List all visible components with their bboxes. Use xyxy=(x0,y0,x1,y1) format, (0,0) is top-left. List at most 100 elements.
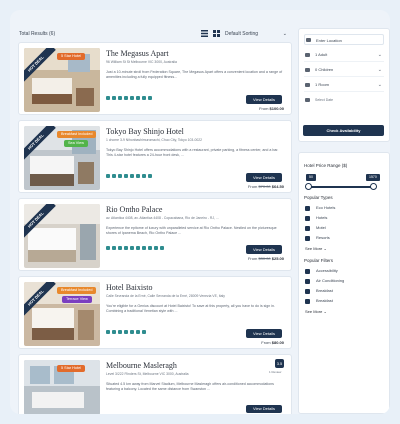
amenity-icon xyxy=(130,174,134,178)
chevron-down-icon: ⌄ xyxy=(323,246,327,251)
amenity-icon xyxy=(142,174,146,178)
checkbox[interactable] xyxy=(305,288,310,294)
view-details-button[interactable]: View Details xyxy=(246,405,282,413)
check-availability-button[interactable]: Check Availability xyxy=(303,125,384,136)
sort-select[interactable]: Default Sorting ⌄ xyxy=(225,30,289,39)
calendar-icon xyxy=(305,98,310,102)
price-min-tag: 50 xyxy=(306,174,316,181)
view-details-button[interactable]: View Details xyxy=(246,329,282,338)
hotel-name[interactable]: The Megasus Apart xyxy=(106,49,169,58)
amenity-icon xyxy=(142,330,146,334)
hotel-address: 1 chome 3-9 Nihonbashimuromachi, Chuo Ci… xyxy=(106,138,202,142)
chevron-down-icon: ⌄ xyxy=(282,31,287,37)
amenity-icons xyxy=(106,174,164,179)
popular-types-title: Popular Types xyxy=(304,195,333,200)
amenity-icon xyxy=(130,330,134,334)
amenity-icon xyxy=(130,96,134,100)
price-old: $70.00 xyxy=(258,184,271,189)
list-view-icon[interactable] xyxy=(201,30,208,37)
filter-checkbox[interactable]: Air Conditioning xyxy=(305,277,344,285)
hotel-description: You're eligible for a Genius discount at… xyxy=(106,304,276,313)
see-more-types-link[interactable]: See More ⌄ xyxy=(305,246,327,251)
hotel-photo[interactable]: HOT DEAL 5 Star Hotel xyxy=(24,48,100,112)
checkbox[interactable] xyxy=(305,278,310,284)
bed-icon xyxy=(305,83,310,87)
amenity-icon xyxy=(130,246,134,250)
type-checkbox[interactable]: Hotels xyxy=(305,214,327,222)
price-range-title: Hotel Price Range ($) xyxy=(304,163,348,168)
page-frame: Total Results (6) Default Sorting ⌄ HOT … xyxy=(10,10,390,414)
child-icon xyxy=(305,68,310,72)
rooms-select[interactable]: 1 Room ⌄ xyxy=(304,78,384,92)
filter-checkbox[interactable]: Breakfast xyxy=(305,297,333,305)
price-prefix: From xyxy=(247,256,258,261)
price-slider-min-handle[interactable] xyxy=(305,183,312,190)
hotel-photo[interactable]: HOT DEAL Breakfast Included Sea View xyxy=(24,126,100,190)
rooms-value: 1 Room xyxy=(315,82,330,87)
view-details-button[interactable]: View Details xyxy=(246,95,282,104)
hotel-card[interactable]: HOT DEAL Breakfast Included Sea View Tok… xyxy=(18,120,292,193)
type-checkbox[interactable]: Motel xyxy=(305,224,326,232)
checkbox[interactable] xyxy=(305,268,310,274)
type-checkbox[interactable]: Resorts xyxy=(305,234,330,242)
checkbox[interactable] xyxy=(305,225,310,231)
hotel-name[interactable]: Rio Ontho Palace xyxy=(106,205,162,214)
date-input[interactable]: Select Date xyxy=(304,93,384,107)
children-select[interactable]: 0 Children ⌄ xyxy=(304,63,384,77)
hotel-photo[interactable]: HOT DEAL xyxy=(24,204,100,268)
filter-checkbox[interactable]: Accessibility xyxy=(305,267,338,275)
hotel-card[interactable]: HOT DEAL Rio Ontho Palace av. Atlantica … xyxy=(18,198,292,271)
location-input[interactable]: Enter Location xyxy=(304,34,384,45)
chevron-down-icon: ⌄ xyxy=(377,82,382,88)
price: From $80.00 xyxy=(261,340,284,345)
hotel-name[interactable]: Tokyo Bay Shinjo Hotel xyxy=(106,127,184,136)
amenity-icon xyxy=(106,330,110,334)
adults-select[interactable]: 1 Adult ⌄ xyxy=(304,48,384,62)
price-prefix: From xyxy=(247,184,258,189)
hotel-description: Tokyo Bay Shinjo Hotel offers accommodat… xyxy=(106,148,279,157)
amenity-icon xyxy=(136,96,140,100)
hotel-name[interactable]: Melbourne Masleragh xyxy=(106,361,177,370)
checkbox[interactable] xyxy=(305,298,310,304)
price-prefix: From xyxy=(259,106,269,111)
amenity-icon xyxy=(124,330,128,334)
price: From $30.00 $25.00 xyxy=(248,256,284,261)
amenity-icon xyxy=(112,246,116,250)
amenity-icon xyxy=(136,246,140,250)
adults-value: 1 Adult xyxy=(315,52,328,57)
booking-widget: Enter Location 1 Adult ⌄ 0 Children ⌄ 1 … xyxy=(298,28,390,142)
star-hotel-badge: 5 Star Hotel xyxy=(57,53,86,60)
checkbox[interactable] xyxy=(305,215,310,221)
amenity-icon xyxy=(160,246,164,250)
hotel-card[interactable]: HOT DEAL 5 Star Hotel The Megasus Apart … xyxy=(18,42,292,115)
amenity-icon xyxy=(148,96,152,100)
location-pin-icon xyxy=(306,38,311,42)
hotel-photo[interactable]: 5 Star Hotel xyxy=(24,360,100,414)
price-prefix: From xyxy=(261,340,271,345)
sea-view-badge: Sea View xyxy=(64,140,88,147)
view-details-button[interactable]: View Details xyxy=(246,173,282,182)
star-hotel-badge: 5 Star Hotel xyxy=(57,365,86,372)
view-details-button[interactable]: View Details xyxy=(246,245,282,254)
see-more-label: See More xyxy=(305,246,323,251)
see-more-filters-link[interactable]: See More ⌄ xyxy=(305,309,327,314)
price-slider-track[interactable] xyxy=(309,186,374,188)
checkbox[interactable] xyxy=(305,235,310,241)
price-value: $100.00 xyxy=(269,106,284,111)
filter-checkbox[interactable]: Breakfast xyxy=(305,287,333,295)
terrace-view-badge: Terrace View xyxy=(62,296,92,303)
amenity-icon xyxy=(112,330,116,334)
grid-view-icon[interactable] xyxy=(213,30,220,37)
hotel-photo[interactable]: HOT DEAL Breakfast Included Terrace View xyxy=(24,282,100,346)
amenity-icons xyxy=(106,246,164,251)
hotel-address: 96 William St St Melbourne VIC 3000, Aus… xyxy=(106,60,177,64)
hotel-card[interactable]: HOT DEAL Breakfast Included Terrace View… xyxy=(18,276,292,349)
hotel-address: av. Atlantica 4408, av. Atlantica 4408 -… xyxy=(106,216,219,220)
type-checkbox[interactable]: Eco Hotels xyxy=(305,204,335,212)
hotel-name[interactable]: Hotel Baixisto xyxy=(106,283,152,292)
amenity-icon xyxy=(148,174,152,178)
hotel-description: Just a 10-minute stroll from Federation … xyxy=(106,70,283,79)
checkbox[interactable] xyxy=(305,205,310,211)
hotel-card[interactable]: 5 Star Hotel Melbourne Masleragh Level 3… xyxy=(18,354,292,414)
price-slider-max-handle[interactable] xyxy=(370,183,377,190)
